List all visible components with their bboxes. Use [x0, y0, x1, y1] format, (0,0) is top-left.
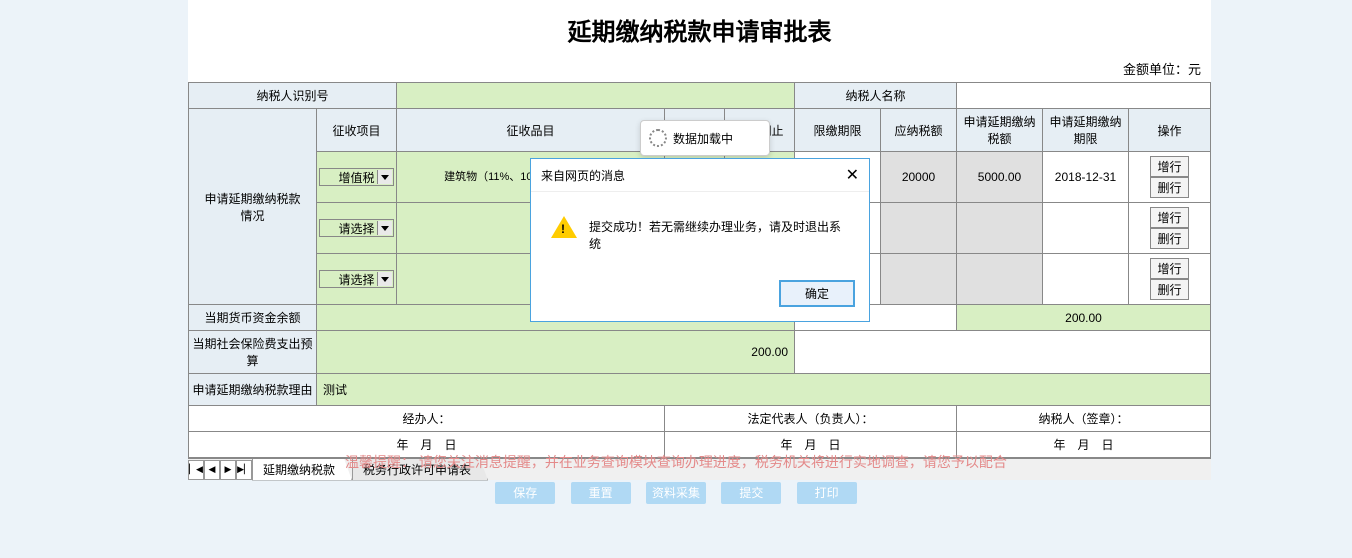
reason-value[interactable]: 测试 — [317, 374, 1211, 406]
reset-button[interactable]: 重置 — [571, 482, 631, 504]
print-button[interactable]: 打印 — [797, 482, 857, 504]
warning-icon — [551, 216, 577, 238]
field-label-cash: 当期货币资金余额 — [189, 305, 317, 331]
field-label-social: 当期社会保险费支出预算 — [189, 331, 317, 374]
save-button[interactable]: 保存 — [495, 482, 555, 504]
close-icon[interactable]: ✕ — [846, 165, 859, 185]
loading-toast: 数据加载中 — [640, 120, 770, 156]
col-op: 操作 — [1129, 109, 1211, 152]
ok-button[interactable]: 确定 — [779, 280, 855, 307]
col-xm: 征收项目 — [317, 109, 397, 152]
unit-label: 金额单位：元 — [188, 55, 1211, 82]
col-apply-amt: 申请延期缴纳税额 — [957, 109, 1043, 152]
submit-button[interactable]: 提交 — [721, 482, 781, 504]
add-row-button[interactable]: 增行 — [1150, 258, 1188, 279]
chevron-down-icon — [381, 226, 389, 231]
reminder-text: 温馨提醒： 请您关注消息提醒，并在业务查询模块查询办理进度，税务机关将进行实地调… — [0, 452, 1352, 472]
col-pm: 征收品目 — [396, 109, 664, 152]
col-amount: 应纳税额 — [881, 109, 957, 152]
collect-button[interactable]: 资料采集 — [646, 482, 706, 504]
field-label-taxpayer-id: 纳税人识别号 — [189, 83, 397, 109]
cell-amount: 20000 — [881, 152, 957, 203]
col-apply-due: 申请延期缴纳期限 — [1043, 109, 1129, 152]
cell-apply-amt: 5000.00 — [957, 152, 1043, 203]
dialog-message: 提交成功！若无需继续办理业务，请及时退出系统 — [589, 218, 849, 252]
taxpayer-id-value[interactable] — [396, 83, 794, 109]
sign-taxpayer: 纳税人（签章）： — [957, 406, 1211, 432]
action-bar: 保存 重置 资料采集 提交 打印 — [0, 482, 1352, 504]
add-row-button[interactable]: 增行 — [1150, 156, 1188, 177]
cell-apply-due: 2018-12-31 — [1043, 152, 1129, 203]
loading-text: 数据加载中 — [673, 130, 733, 147]
col-deadline: 限缴期限 — [795, 109, 881, 152]
social-value[interactable]: 200.00 — [317, 331, 795, 374]
del-row-button[interactable]: 删行 — [1150, 228, 1188, 249]
field-label-situation: 申请延期缴纳税款 情况 — [189, 109, 317, 305]
chevron-down-icon — [381, 175, 389, 180]
sign-legal: 法定代表人（负责人）： — [665, 406, 957, 432]
select-xm: 增值税 — [319, 168, 394, 186]
spinner-icon — [649, 129, 667, 147]
page-title: 延期缴纳税款申请审批表 — [188, 0, 1211, 55]
chevron-down-icon — [381, 277, 389, 282]
del-row-button[interactable]: 删行 — [1150, 177, 1188, 198]
alert-dialog: 来自网页的消息 ✕ 提交成功！若无需继续办理业务，请及时退出系统 确定 — [530, 158, 870, 322]
select-xm: 请选择 — [319, 219, 394, 237]
add-row-button[interactable]: 增行 — [1150, 207, 1188, 228]
taxpayer-name-value — [957, 83, 1211, 109]
field-label-reason: 申请延期缴纳税款理由 — [189, 374, 317, 406]
select-xm: 请选择 — [319, 270, 394, 288]
sign-handler: 经办人： — [189, 406, 665, 432]
field-label-taxpayer-name: 纳税人名称 — [795, 83, 957, 109]
cash-right[interactable]: 200.00 — [957, 305, 1211, 331]
del-row-button[interactable]: 删行 — [1150, 279, 1188, 300]
cell-op: 增行删行 — [1129, 152, 1211, 203]
dialog-title: 来自网页的消息 — [541, 167, 625, 184]
